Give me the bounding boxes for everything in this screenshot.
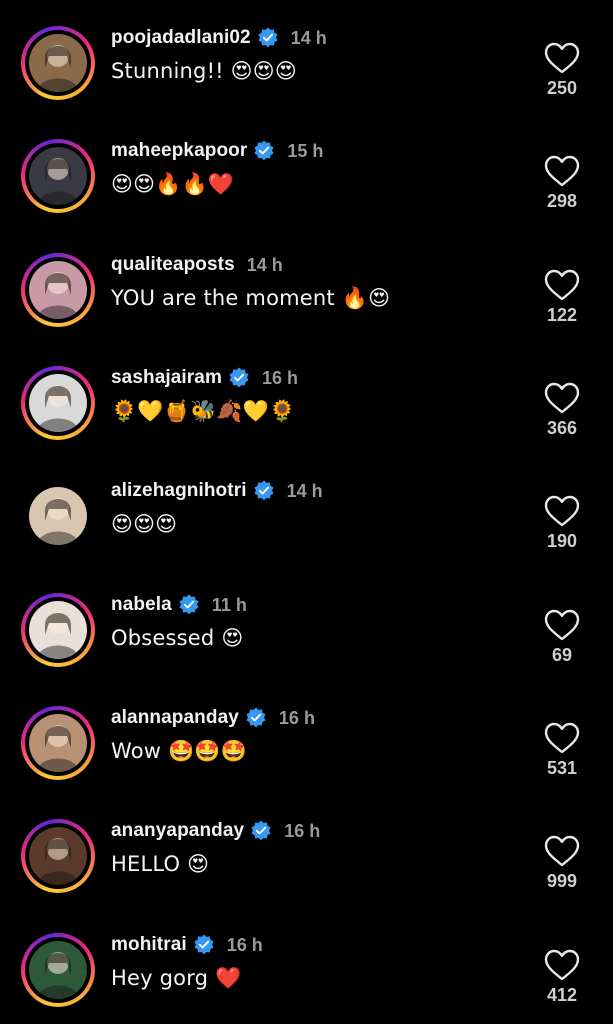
heart-outline-icon[interactable] (543, 721, 581, 755)
comment-text: Obsessed 😍 (111, 626, 244, 650)
username-link[interactable]: poojadadlani02 (111, 27, 251, 49)
comment-item: maheepkapoor 15 h 😍😍🔥🔥❤️ 298 (0, 113, 613, 226)
comment-header: ananyapanday 16 h (111, 818, 320, 844)
story-ring[interactable] (21, 479, 95, 553)
timestamp: 16 h (226, 934, 263, 955)
avatar-frame (25, 937, 91, 1003)
like-count: 69 (551, 645, 573, 665)
avatar[interactable] (29, 34, 87, 92)
like-count: 190 (546, 531, 578, 551)
like-count: 122 (546, 305, 578, 325)
avatar[interactable] (29, 601, 87, 659)
story-ring[interactable] (21, 26, 95, 100)
username-link[interactable]: maheepkapoor (111, 140, 247, 162)
comment-item: nabela 11 h Obsessed 😍 69 (0, 567, 613, 680)
timestamp: 14 h (290, 27, 327, 48)
comment-header: mohitrai 16 h (111, 932, 263, 958)
avatar-frame (25, 710, 91, 776)
avatar-frame (25, 597, 91, 663)
like-count: 366 (546, 418, 578, 438)
comment-item: alannapanday 16 h Wow 🤩🤩🤩 531 (0, 680, 613, 793)
comment-text: Hey gorg ❤️ (111, 966, 242, 990)
username-link[interactable]: alizehagnihotri (111, 480, 247, 502)
heart-outline-icon[interactable] (543, 948, 581, 982)
username-link[interactable]: ananyapanday (111, 820, 244, 842)
like-count: 250 (546, 78, 578, 98)
avatar[interactable] (29, 261, 87, 319)
verified-badge-icon (250, 820, 272, 842)
heart-outline-icon[interactable] (543, 834, 581, 868)
heart-outline-icon[interactable] (543, 154, 581, 188)
username-link[interactable]: sashajairam (111, 367, 222, 389)
like-count: 531 (546, 758, 578, 778)
story-ring[interactable] (21, 366, 95, 440)
heart-outline-icon[interactable] (543, 381, 581, 415)
comment-header: alannapanday 16 h (111, 705, 315, 731)
timestamp: 16 h (284, 820, 321, 841)
like-count: 999 (546, 871, 578, 891)
comment-text: 😍😍🔥🔥❤️ (111, 172, 235, 196)
comment-item: sashajairam 16 h 🌻💛🍯🐝🍂💛🌻 366 (0, 340, 613, 453)
avatar[interactable] (29, 487, 87, 545)
comment-header: alizehagnihotri 14 h (111, 478, 323, 504)
heart-outline-icon[interactable] (543, 494, 581, 528)
comment-header: qualiteaposts 14 h (111, 252, 283, 278)
timestamp: 16 h (261, 367, 298, 388)
story-ring[interactable] (21, 253, 95, 327)
avatar[interactable] (29, 374, 87, 432)
comment-header: nabela 11 h (111, 592, 247, 618)
story-ring[interactable] (21, 139, 95, 213)
verified-badge-icon (245, 707, 267, 729)
like-count: 412 (546, 985, 578, 1005)
verified-badge-icon (253, 480, 275, 502)
verified-badge-icon (257, 27, 279, 49)
verified-badge-icon (253, 140, 275, 162)
comment-header: maheepkapoor 15 h (111, 138, 323, 164)
timestamp: 16 h (278, 707, 315, 728)
avatar-frame (25, 143, 91, 209)
comment-text: 🌻💛🍯🐝🍂💛🌻 (111, 399, 296, 423)
heart-outline-icon[interactable] (543, 608, 581, 642)
timestamp: 15 h (287, 140, 324, 161)
avatar-frame (25, 257, 91, 323)
avatar-frame (25, 823, 91, 889)
timestamp: 14 h (286, 480, 323, 501)
avatar[interactable] (29, 147, 87, 205)
avatar[interactable] (29, 827, 87, 885)
timestamp: 11 h (211, 594, 247, 615)
avatar-frame (21, 479, 95, 553)
comment-text: HELLO 😍 (111, 852, 210, 876)
avatar[interactable] (29, 941, 87, 999)
avatar[interactable] (29, 714, 87, 772)
username-link[interactable]: alannapanday (111, 707, 239, 729)
avatar-frame (25, 370, 91, 436)
comment-header: sashajairam 16 h (111, 365, 298, 391)
comment-item: alizehagnihotri 14 h 😍😍😍 190 (0, 453, 613, 566)
heart-outline-icon[interactable] (543, 41, 581, 75)
story-ring[interactable] (21, 706, 95, 780)
story-ring[interactable] (21, 593, 95, 667)
heart-outline-icon[interactable] (543, 268, 581, 302)
like-count: 298 (546, 191, 578, 211)
avatar-frame (25, 30, 91, 96)
verified-badge-icon (193, 934, 215, 956)
comment-text: 😍😍😍 (111, 512, 178, 536)
timestamp: 14 h (246, 254, 283, 275)
story-ring[interactable] (21, 819, 95, 893)
verified-badge-icon (228, 367, 250, 389)
comment-item: mohitrai 16 h Hey gorg ❤️ 412 (0, 907, 613, 1020)
username-link[interactable]: qualiteaposts (111, 254, 235, 276)
comment-text: Stunning!! 😍😍😍 (111, 59, 297, 83)
username-link[interactable]: nabela (111, 594, 172, 616)
comment-item: qualiteaposts 14 h YOU are the moment 🔥😍 12… (0, 227, 613, 340)
comment-text: YOU are the moment 🔥😍 (111, 286, 391, 310)
comment-header: poojadadlani02 14 h (111, 25, 327, 51)
story-ring[interactable] (21, 933, 95, 1007)
comment-item: poojadadlani02 14 h Stunning!! 😍😍😍 250 (0, 0, 613, 113)
comment-text: Wow 🤩🤩🤩 (111, 739, 248, 763)
comment-item: ananyapanday 16 h HELLO 😍 999 (0, 793, 613, 906)
username-link[interactable]: mohitrai (111, 934, 187, 956)
verified-badge-icon (178, 594, 200, 616)
